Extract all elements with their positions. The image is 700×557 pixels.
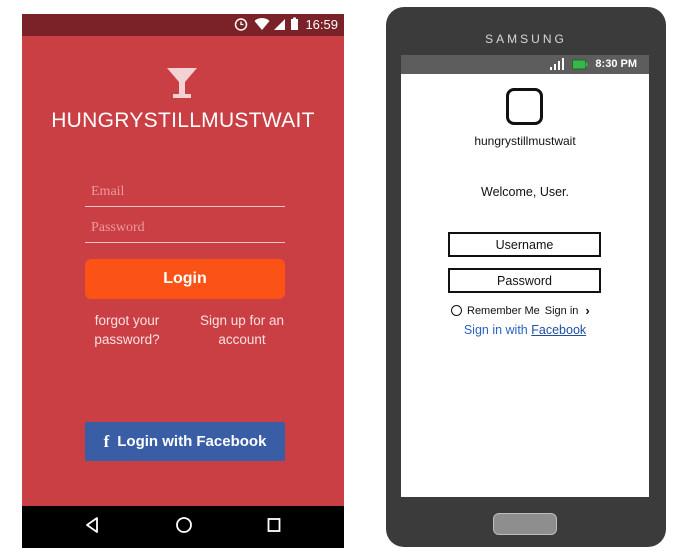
sign-in-label[interactable]: Sign in: [545, 305, 579, 317]
home-icon[interactable]: [175, 516, 193, 539]
chevron-right-icon[interactable]: ›: [585, 303, 589, 318]
signup-line-1: Sign up for an: [199, 313, 285, 328]
remember-me-label: Remember Me: [467, 304, 540, 317]
wifi-icon: [254, 17, 270, 34]
facebook-signin-link[interactable]: Facebook: [531, 323, 586, 337]
android-phone-screen: 16:59 HUNGRYSTILLMUSTWAIT Login forgot y…: [22, 14, 344, 548]
android-status-bar: 16:59: [22, 14, 344, 36]
samsung-screen: 8:30 PM hungrystillmustwait Welcome, Use…: [401, 55, 649, 497]
app-title: HUNGRYSTILLMUSTWAIT: [51, 109, 315, 132]
samsung-status-bar: 8:30 PM: [401, 55, 649, 74]
facebook-icon: f: [103, 431, 110, 451]
password-field[interactable]: [448, 268, 601, 293]
signal-icon: [273, 17, 286, 34]
alarm-icon: [234, 17, 248, 34]
password-field[interactable]: [85, 213, 285, 243]
cocktail-glass-icon: [165, 66, 199, 100]
facebook-signin-prefix: Sign in with: [463, 323, 528, 337]
android-nav-bar: [22, 506, 344, 548]
hardware-home-button[interactable]: [493, 513, 557, 535]
samsung-brand-label: SAMSUNG: [485, 32, 567, 46]
facebook-login-button[interactable]: f Login with Facebook: [85, 422, 285, 461]
username-field[interactable]: [448, 232, 601, 257]
recents-icon[interactable]: [266, 516, 282, 539]
app-icon-placeholder: [506, 88, 543, 125]
remember-signin-row: Remember Me Sign in ›: [451, 303, 590, 318]
remember-me-radio[interactable]: [451, 305, 462, 316]
facebook-signin-line: Sign in with Facebook: [401, 323, 649, 337]
welcome-text: Welcome, User.: [481, 185, 569, 199]
forgot-line-2: password?: [94, 332, 160, 347]
signup-link[interactable]: Sign up for an account: [194, 311, 290, 349]
battery-icon: [290, 17, 299, 34]
login-button[interactable]: Login: [85, 259, 285, 299]
signup-line-2: account: [218, 332, 266, 347]
forgot-password-link[interactable]: forgot your password?: [85, 311, 169, 349]
app-name: hungrystillmustwait: [474, 134, 576, 148]
email-field[interactable]: [85, 177, 285, 207]
back-icon[interactable]: [84, 516, 100, 539]
facebook-login-label: Login with Facebook: [117, 433, 267, 450]
signal-bars-icon: [549, 58, 565, 74]
status-time: 16:59: [305, 17, 338, 32]
forgot-line-1: forgot your: [94, 313, 160, 328]
samsung-status-time: 8:30 PM: [595, 58, 637, 70]
battery-icon: [572, 59, 588, 73]
samsung-phone-frame: SAMSUNG 8:30 PM hungrystillmustwait Welc…: [386, 7, 666, 547]
